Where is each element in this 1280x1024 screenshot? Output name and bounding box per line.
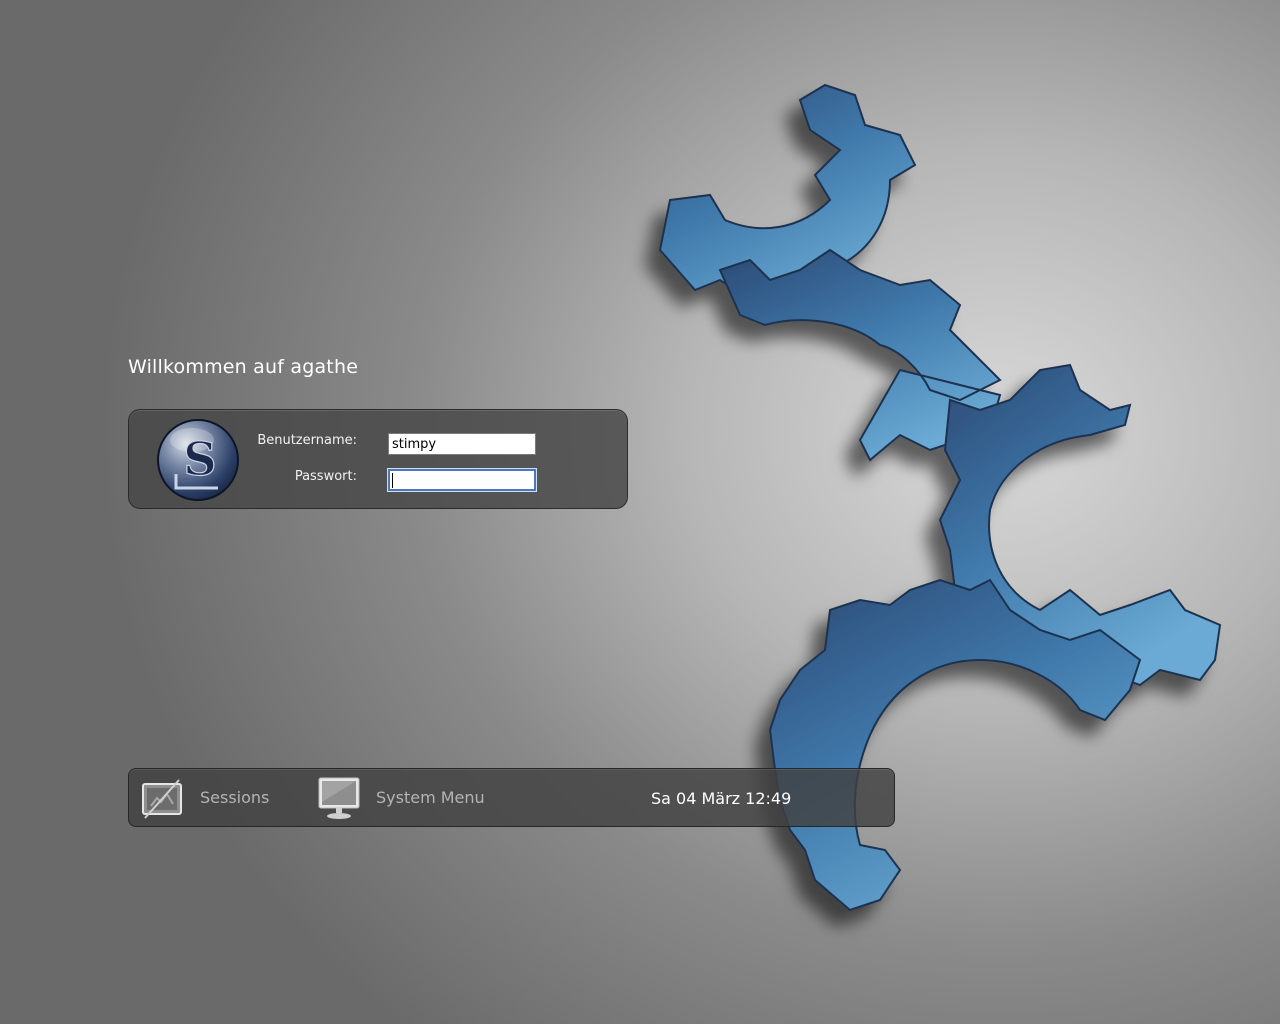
password-field[interactable] <box>388 469 536 491</box>
username-label: Benutzername: <box>257 433 357 448</box>
slackware-logo: S <box>157 419 239 501</box>
login-panel: S Benutzername: Passwort: <box>128 409 628 509</box>
svg-text:S: S <box>183 432 216 486</box>
sessions-label: Sessions <box>200 788 270 807</box>
welcome-heading: Willkommen auf agathe <box>128 356 359 378</box>
bottom-bar: Sessions System Menu Sa 04 März 12:49 <box>128 768 895 827</box>
system-menu-label: System Menu <box>376 788 485 807</box>
sessions-button[interactable]: Sessions <box>139 769 269 826</box>
sessions-icon <box>142 778 182 819</box>
username-field[interactable] <box>388 433 536 455</box>
system-menu-button[interactable]: System Menu <box>315 769 485 826</box>
text-caret <box>392 473 393 488</box>
clock: Sa 04 März 12:49 <box>651 789 792 808</box>
monitor-icon <box>318 777 360 819</box>
password-label: Passwort: <box>294 469 357 484</box>
